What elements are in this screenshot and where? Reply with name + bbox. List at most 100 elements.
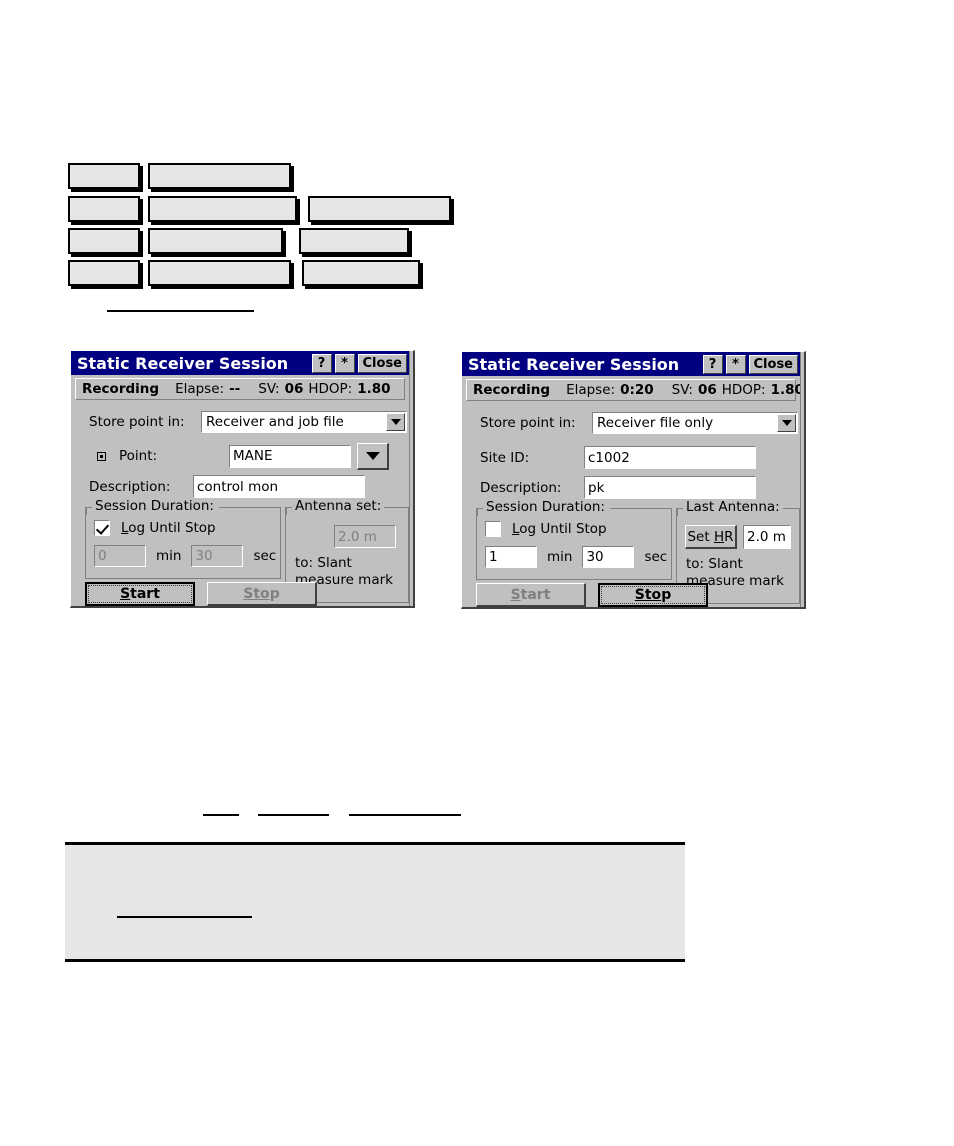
start-button-label: Start — [120, 586, 160, 602]
store-point-label: Store point in: — [89, 414, 185, 430]
sec-label: sec — [644, 549, 668, 565]
point-radio[interactable] — [97, 451, 106, 461]
site-id-label: Site ID: — [480, 449, 530, 466]
session-duration-title: Session Duration: — [483, 499, 608, 515]
duration-inputs-row: 0 min 30 sec — [94, 545, 280, 567]
stop-button-label: Stop — [243, 585, 280, 602]
description-row: Description: control mon — [89, 475, 409, 498]
status-bar: Recording Elapse: 0:20 SV: 06 HDOP: 1.80 — [466, 379, 804, 401]
point-input[interactable]: MANE — [229, 444, 351, 468]
description-input[interactable]: pk — [584, 476, 756, 499]
sv-value: 06 — [284, 381, 304, 397]
point-row: Point: MANE — [97, 442, 413, 470]
description-input[interactable]: control mon — [193, 475, 365, 498]
set-hr-button[interactable]: Set HR — [685, 525, 737, 549]
dialog-right-edge — [800, 352, 804, 607]
log-until-stop-label: Log Until Stop — [121, 520, 216, 536]
recording-state: Recording — [473, 382, 551, 398]
start-button-label: Start — [510, 586, 551, 603]
hdop-value: 1.80 — [357, 381, 391, 397]
chevron-down-icon[interactable] — [777, 414, 796, 432]
minutes-input[interactable]: 1 — [485, 546, 537, 568]
stop-button[interactable]: Stop — [598, 583, 708, 607]
log-until-stop-label: Log Until Stop — [512, 521, 607, 537]
store-point-combo[interactable]: Receiver file only — [592, 412, 798, 434]
placeholder-box-4 — [308, 196, 451, 222]
placeholder-box-5 — [68, 228, 140, 254]
star-button[interactable]: * — [725, 354, 746, 374]
last-antenna-title: Last Antenna: — [683, 499, 783, 515]
antenna-set-title: Antenna set: — [292, 498, 385, 514]
recording-state: Recording — [82, 381, 160, 397]
start-button: Start — [476, 583, 586, 607]
sec-label: sec — [253, 548, 277, 564]
elapse-label: Elapse: — [566, 382, 616, 398]
close-button[interactable]: Close — [748, 354, 798, 374]
static-receiver-session-dialog-right[interactable]: Static Receiver Session ? * Close Record… — [461, 351, 806, 609]
chevron-down-icon[interactable] — [386, 413, 405, 431]
description-row: Description: pk — [480, 476, 800, 499]
session-duration-group: Session Duration: Log Until Stop 1 min 3… — [476, 499, 672, 580]
elapse-label: Elapse: — [175, 381, 225, 397]
store-point-value: Receiver and job file — [206, 414, 344, 430]
note-panel — [65, 842, 685, 962]
sv-label: SV: — [671, 382, 693, 398]
log-until-stop-checkbox[interactable] — [485, 521, 501, 537]
dialog-title: Static Receiver Session — [468, 354, 680, 374]
log-until-stop-checkbox[interactable] — [94, 520, 110, 536]
store-point-value: Receiver file only — [597, 415, 714, 431]
placeholder-box-6 — [148, 228, 283, 254]
log-until-stop-row[interactable]: Log Until Stop — [485, 520, 665, 538]
help-button[interactable]: ? — [702, 354, 723, 374]
store-point-row: Store point in: Receiver and job file — [89, 411, 409, 433]
sv-value: 06 — [697, 382, 717, 398]
point-dropdown-button[interactable] — [357, 442, 389, 470]
antenna-height-input: 2.0 m — [334, 525, 396, 548]
stop-button: Stop — [207, 582, 317, 606]
rule-0 — [107, 310, 254, 312]
log-until-stop-row[interactable]: Log Until Stop — [94, 519, 274, 537]
static-receiver-session-dialog-left[interactable]: Static Receiver Session ? * Close Record… — [70, 350, 415, 608]
min-label: min — [156, 548, 182, 564]
minutes-input[interactable]: 0 — [94, 545, 146, 567]
point-label: Point: — [119, 448, 158, 464]
set-hr-label: Set HR — [687, 528, 734, 545]
duration-inputs-row: 1 min 30 sec — [485, 546, 671, 568]
sv-label: SV: — [258, 381, 280, 397]
min-label: min — [547, 549, 573, 565]
titlebar: Static Receiver Session ? * Close — [462, 352, 800, 376]
antenna-height-input[interactable]: 2.0 m — [743, 525, 791, 549]
description-label: Description: — [89, 478, 171, 495]
session-duration-group: Session Duration: Log Until Stop 0 min 3… — [85, 498, 281, 579]
titlebar: Static Receiver Session ? * Close — [71, 351, 409, 375]
description-label: Description: — [480, 479, 562, 496]
star-button[interactable]: * — [334, 353, 355, 373]
placeholder-box-8 — [68, 260, 140, 286]
help-button[interactable]: ? — [311, 353, 332, 373]
store-point-combo[interactable]: Receiver and job file — [201, 411, 407, 433]
store-point-label: Store point in: — [480, 415, 576, 431]
rule-1 — [203, 814, 239, 816]
close-button[interactable]: Close — [357, 353, 407, 373]
placeholder-box-10 — [302, 260, 420, 286]
rule-3 — [349, 814, 461, 816]
placeholder-box-3 — [148, 196, 297, 222]
placeholder-box-7 — [299, 228, 409, 254]
rule-2 — [258, 814, 329, 816]
stop-button-label: Stop — [634, 587, 672, 603]
seconds-input[interactable]: 30 — [582, 546, 635, 568]
start-button[interactable]: Start — [85, 582, 195, 606]
hdop-value: 1.80 — [770, 382, 804, 398]
placeholder-box-1 — [148, 163, 291, 189]
placeholder-box-9 — [148, 260, 291, 286]
note-panel-rule — [117, 916, 252, 918]
hdop-label: HDOP: — [721, 382, 766, 398]
site-id-input[interactable]: c1002 — [584, 446, 756, 469]
placeholder-box-2 — [68, 196, 140, 222]
session-duration-title: Session Duration: — [92, 498, 217, 514]
placeholder-box-0 — [68, 163, 140, 189]
dialog-title: Static Receiver Session — [77, 353, 289, 373]
elapse-value: 0:20 — [620, 382, 654, 398]
seconds-input[interactable]: 30 — [191, 545, 244, 567]
dialog-right-edge — [409, 351, 413, 606]
